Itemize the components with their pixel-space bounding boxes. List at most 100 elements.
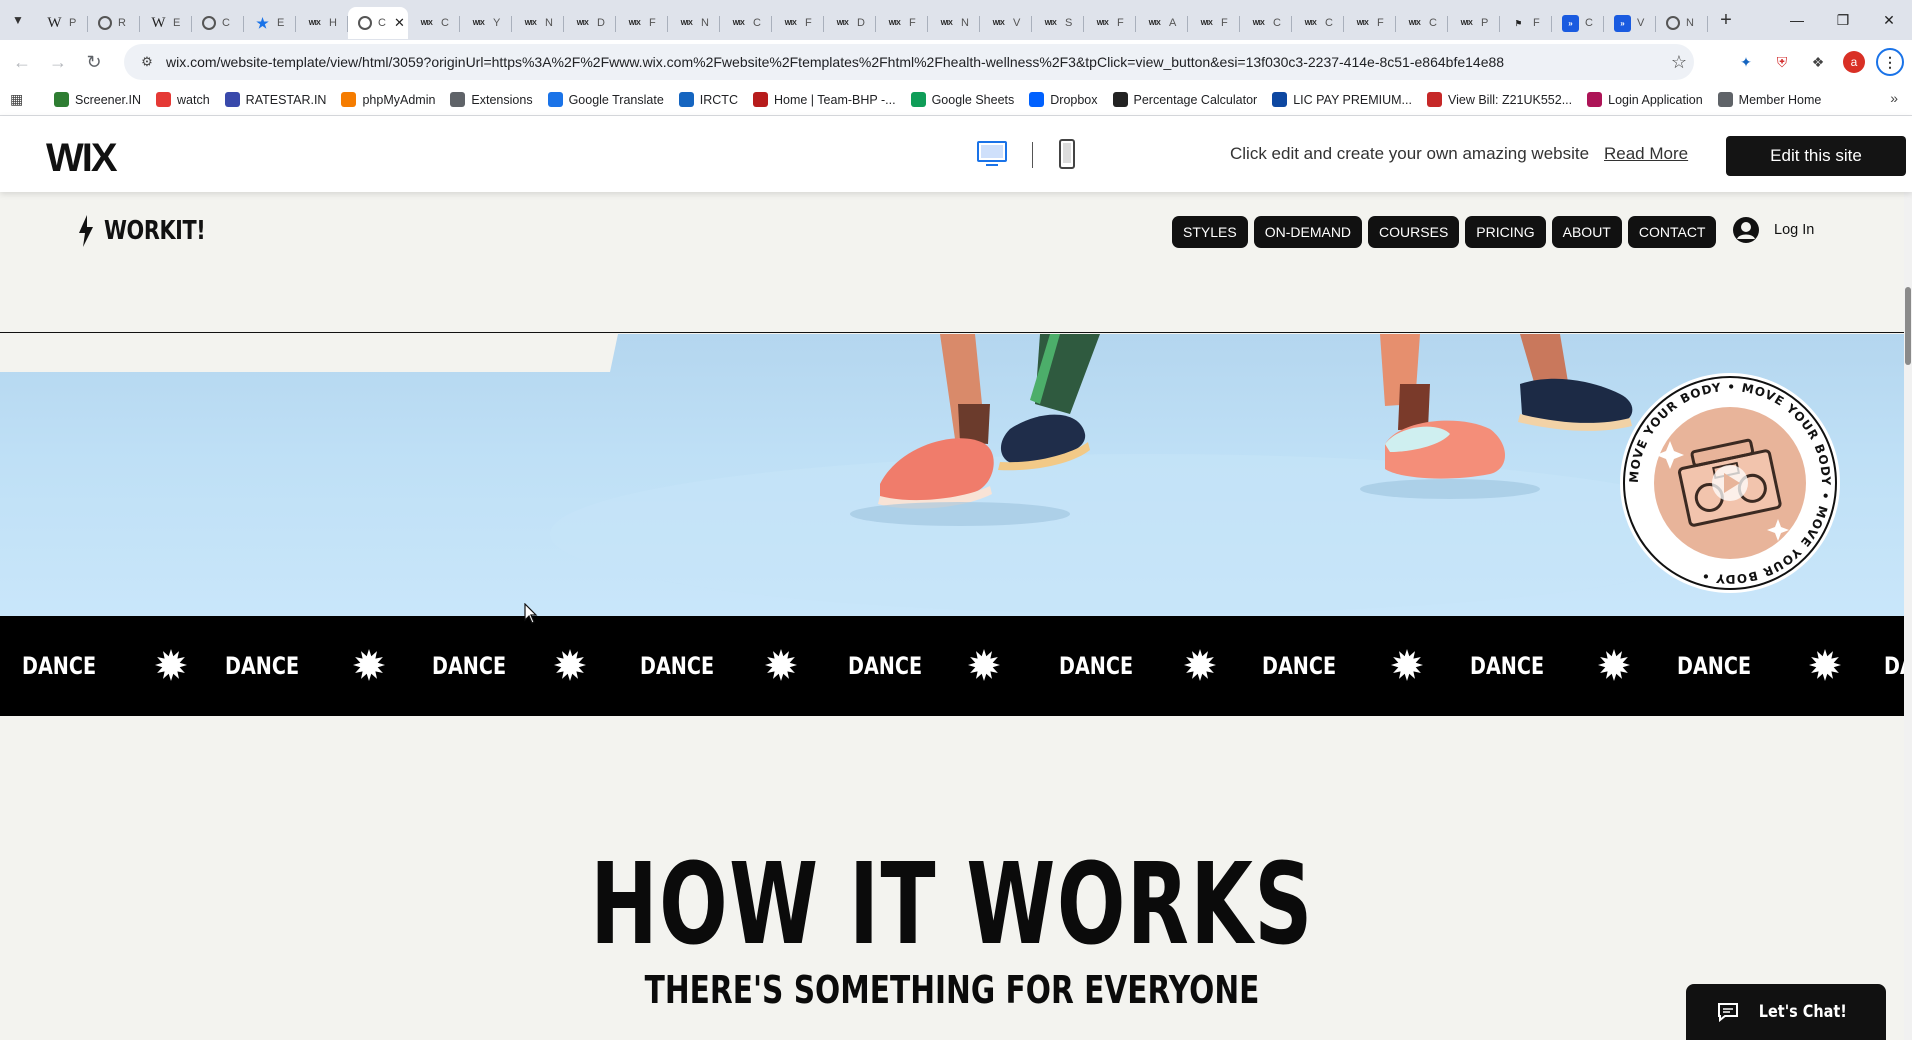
bookmark-favicon-icon bbox=[54, 92, 69, 107]
browser-tab[interactable]: WIX C bbox=[408, 7, 460, 39]
browser-tab[interactable]: WIX N bbox=[512, 7, 564, 39]
bookmark-item[interactable]: Member Home bbox=[1717, 92, 1821, 107]
browser-tab[interactable]: WIX F bbox=[1344, 7, 1396, 39]
browser-tab[interactable]: N bbox=[1656, 7, 1708, 39]
more-bookmarks-icon[interactable]: » bbox=[1890, 90, 1898, 106]
nav-courses[interactable]: COURSES bbox=[1368, 216, 1460, 248]
browser-tab[interactable]: ⚑ F bbox=[1500, 7, 1552, 39]
bookmark-list: Screener.IN watch RATESTAR.IN phpMyAdmin Ext… bbox=[54, 92, 1836, 107]
browser-tab[interactable]: ★ E bbox=[244, 7, 296, 39]
minimize-button[interactable]: — bbox=[1774, 0, 1820, 40]
bookmark-item[interactable]: Google Translate bbox=[547, 92, 664, 107]
browser-tab[interactable]: WIX Y bbox=[460, 7, 512, 39]
site-brand[interactable]: WORKIT! bbox=[76, 214, 231, 248]
browser-tab[interactable]: WIX F bbox=[876, 7, 928, 39]
browser-tab[interactable]: WIX N bbox=[668, 7, 720, 39]
window-controls: — ❐ ✕ bbox=[1774, 0, 1912, 40]
bookmark-item[interactable]: Dropbox bbox=[1029, 92, 1098, 107]
marquee-word: DANCE bbox=[640, 652, 715, 680]
extension-shield-icon[interactable]: ⛨ bbox=[1766, 46, 1798, 78]
browser-tab[interactable]: WIX A bbox=[1136, 7, 1188, 39]
browser-tab[interactable]: » V bbox=[1604, 7, 1656, 39]
bookmark-item[interactable]: Percentage Calculator bbox=[1112, 92, 1257, 107]
nav-pricing[interactable]: PRICING bbox=[1465, 216, 1546, 248]
desktop-view-icon[interactable] bbox=[976, 140, 1008, 168]
browser-tab[interactable]: WIX H bbox=[296, 7, 348, 39]
bookmark-item[interactable]: watch bbox=[156, 92, 210, 107]
new-tab-button[interactable]: + bbox=[1708, 0, 1744, 40]
edit-this-site-button[interactable]: Edit this site bbox=[1726, 136, 1906, 176]
browser-tab[interactable]: WIX F bbox=[1188, 7, 1240, 39]
nav-about[interactable]: ABOUT bbox=[1551, 216, 1622, 248]
marquee-word: DANCE bbox=[1884, 652, 1904, 680]
bookmark-item[interactable]: Login Application bbox=[1587, 92, 1703, 107]
url-text[interactable]: wix.com/website-template/view/html/3059?… bbox=[166, 54, 1664, 70]
bookmark-item[interactable]: IRCTC bbox=[678, 92, 738, 107]
move-your-body-badge[interactable]: MOVE YOUR BODY • MOVE YOUR BODY • MOVE Y… bbox=[1618, 371, 1842, 595]
tab-search-button[interactable]: ▼ bbox=[0, 0, 36, 40]
lets-chat-button[interactable]: Let's Chat! bbox=[1686, 984, 1886, 1040]
how-it-works-section: HOW IT WORKS THERE'S SOMETHING FOR EVERY… bbox=[0, 716, 1904, 1040]
login-button[interactable]: Log In bbox=[1732, 216, 1814, 244]
bookmark-item[interactable]: Screener.IN bbox=[54, 92, 141, 107]
site-info-icon[interactable]: ⚙ bbox=[136, 51, 158, 73]
browser-tab[interactable]: WIX V bbox=[980, 7, 1032, 39]
browser-tab[interactable]: R bbox=[88, 7, 140, 39]
bookmark-item[interactable]: phpMyAdmin bbox=[341, 92, 435, 107]
browser-tab[interactable]: WIX N bbox=[928, 7, 980, 39]
extension-globe-icon[interactable]: ✦ bbox=[1730, 46, 1762, 78]
read-more-link[interactable]: Read More bbox=[1604, 144, 1688, 164]
browser-tab[interactable]: WIX C bbox=[1292, 7, 1344, 39]
browser-tab[interactable]: WIX D bbox=[564, 7, 616, 39]
mobile-view-icon[interactable] bbox=[1058, 138, 1076, 170]
browser-tab[interactable]: WIX F bbox=[616, 7, 668, 39]
profile-avatar[interactable]: a bbox=[1838, 46, 1870, 78]
marquee-word: DANCE bbox=[432, 652, 507, 680]
tab-title: C bbox=[378, 17, 386, 29]
browser-tab[interactable]: WIX F bbox=[1084, 7, 1136, 39]
tab-title: P bbox=[69, 17, 77, 29]
extensions-puzzle-icon[interactable]: ❖ bbox=[1802, 46, 1834, 78]
browser-tab[interactable]: WIX D bbox=[824, 7, 876, 39]
scrollbar-thumb[interactable] bbox=[1905, 287, 1911, 365]
browser-tab[interactable]: WIX C bbox=[1396, 7, 1448, 39]
lightning-bolt-icon bbox=[79, 215, 93, 247]
how-it-works-subtitle: THERE'S SOMETHING FOR EVERYONE bbox=[644, 968, 1260, 1012]
burst-star-icon bbox=[968, 649, 1000, 681]
bookmark-item[interactable]: LIC PAY PREMIUM... bbox=[1272, 92, 1412, 107]
browser-tab[interactable]: WE bbox=[140, 7, 192, 39]
apps-grid-icon[interactable]: ▦ bbox=[10, 91, 38, 108]
wix-logo[interactable]: WIX bbox=[46, 136, 118, 181]
close-window-button[interactable]: ✕ bbox=[1866, 0, 1912, 40]
bookmark-item[interactable]: Google Sheets bbox=[910, 92, 1014, 107]
browser-tab[interactable]: WIX C bbox=[720, 7, 772, 39]
browser-tab[interactable]: WP bbox=[36, 7, 88, 39]
nav-on-demand[interactable]: ON-DEMAND bbox=[1253, 216, 1363, 248]
restore-button[interactable]: ❐ bbox=[1820, 0, 1866, 40]
bookmark-star-icon[interactable]: ☆ bbox=[1664, 52, 1694, 73]
how-it-works-title: HOW IT WORKS bbox=[590, 840, 1314, 970]
bookmark-item[interactable]: View Bill: Z21UK552... bbox=[1426, 92, 1572, 107]
marquee-word: DANCE bbox=[1470, 652, 1545, 680]
nav-styles[interactable]: STYLES bbox=[1172, 216, 1248, 248]
globe-favicon-icon bbox=[1666, 16, 1680, 30]
browser-tab[interactable]: » C bbox=[1552, 7, 1604, 39]
bookmark-item[interactable]: Home | Team-BHP -... bbox=[752, 92, 896, 107]
burst-star-icon bbox=[353, 649, 385, 681]
browser-tab[interactable]: C bbox=[192, 7, 244, 39]
browser-tab[interactable]: WIX F bbox=[772, 7, 824, 39]
tab-close-icon[interactable]: ✕ bbox=[394, 15, 405, 31]
nav-contact[interactable]: CONTACT bbox=[1627, 216, 1717, 248]
browser-menu-button[interactable]: ⋮ bbox=[1874, 46, 1906, 78]
bookmark-item[interactable]: Extensions bbox=[450, 92, 533, 107]
browser-tab[interactable]: WIX P bbox=[1448, 7, 1500, 39]
browser-tab[interactable]: WIX C bbox=[1240, 7, 1292, 39]
bookmark-item[interactable]: RATESTAR.IN bbox=[224, 92, 326, 107]
address-bar[interactable]: ⚙ wix.com/website-template/view/html/305… bbox=[124, 44, 1694, 80]
browser-tab[interactable]: C ✕ bbox=[348, 7, 408, 39]
reload-button[interactable]: ↻ bbox=[76, 44, 112, 80]
browser-tab[interactable]: WIX S bbox=[1032, 7, 1084, 39]
forward-button[interactable]: → bbox=[40, 44, 76, 80]
tab-title: N bbox=[701, 17, 709, 29]
back-button[interactable]: ← bbox=[4, 44, 40, 80]
